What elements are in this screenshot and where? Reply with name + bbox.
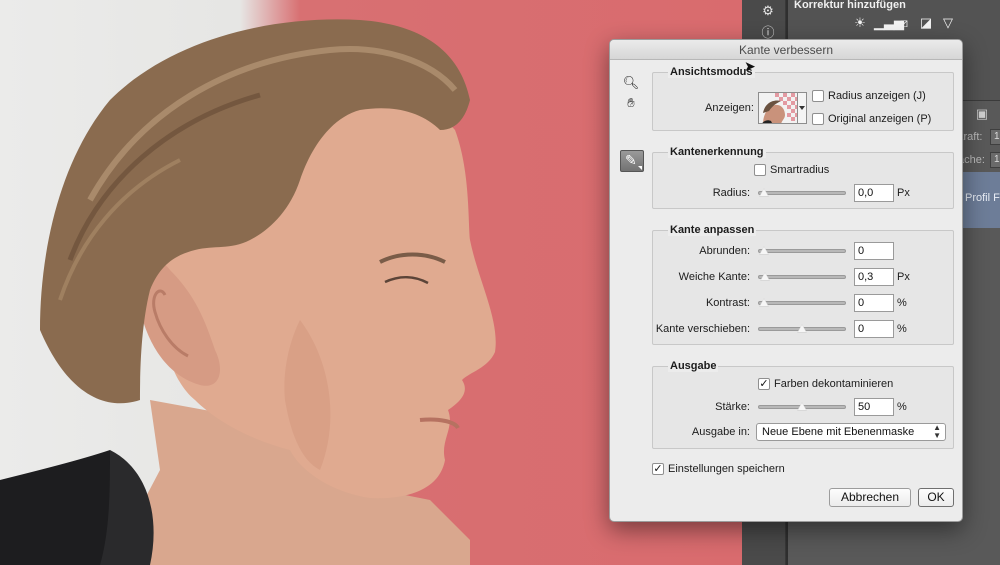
shift-edge-unit: %: [897, 323, 907, 335]
brush-icon: ✎: [625, 152, 637, 168]
checkmark-icon: ✓: [759, 378, 769, 390]
opacity-field[interactable]: 1: [990, 129, 1000, 145]
adjustments-icon-row: ☀ ▁▃▅ ⧄ ◪ ▽: [852, 15, 956, 31]
amount-label: Stärke:: [715, 401, 750, 413]
feather-label: Weiche Kante:: [678, 271, 750, 283]
amount-slider-thumb[interactable]: [797, 402, 807, 411]
remember-settings-checkbox[interactable]: ✓: [652, 463, 664, 475]
checkmark-icon: ✓: [653, 463, 663, 475]
view-mode-dropdown-arrow[interactable]: [798, 92, 807, 124]
hand-tool-icon[interactable]: ✋︎: [620, 93, 642, 113]
contrast-unit: %: [897, 297, 907, 309]
amount-unit: %: [897, 401, 907, 413]
contrast-slider[interactable]: [758, 298, 846, 307]
select-arrows-icon: ▲ ▼: [933, 423, 941, 440]
show-label: Anzeigen:: [705, 102, 754, 114]
amount-input[interactable]: 50: [854, 398, 894, 416]
smart-radius-checkbox[interactable]: [754, 164, 766, 176]
radius-slider[interactable]: [758, 188, 846, 197]
smooth-slider-thumb[interactable]: [759, 246, 769, 255]
show-original-checkbox[interactable]: [812, 113, 824, 125]
smooth-slider[interactable]: [758, 246, 846, 255]
feather-unit: Px: [897, 271, 910, 283]
mouse-cursor-icon: ➤: [744, 58, 756, 74]
layer-name: Profil Fre: [965, 192, 1000, 204]
adjust-edge-title: Kante anpassen: [668, 224, 757, 236]
shift-edge-label: Kante verschieben:: [655, 323, 750, 335]
view-preview-icon: [759, 93, 797, 123]
cancel-button[interactable]: Abbrechen: [829, 488, 911, 507]
edge-detection-group: [652, 152, 954, 209]
levels-icon[interactable]: ▁▃▅: [874, 15, 904, 31]
view-mode-title: Ansichtsmodus: [668, 66, 755, 78]
curves-icon[interactable]: ⧄: [896, 15, 912, 31]
fill-field[interactable]: 1: [990, 152, 1000, 168]
shift-edge-slider-thumb[interactable]: [797, 324, 807, 333]
smooth-label: Abrunden:: [699, 245, 750, 257]
adjustments-panel-title: Korrektur hinzufügen: [794, 0, 906, 11]
output-title: Ausgabe: [668, 360, 719, 372]
dialog-title: Kante verbessern: [610, 40, 962, 60]
brightness-icon[interactable]: ☀: [852, 15, 868, 31]
refine-edge-dialog: Kante verbessern 🔍︎ ✋︎ ✎ Ansichtsmodus A…: [609, 39, 963, 522]
exposure-icon[interactable]: ◪: [918, 15, 934, 31]
ok-button[interactable]: OK: [918, 488, 954, 507]
vibrance-icon[interactable]: ▽: [940, 15, 956, 31]
radius-label: Radius:: [712, 187, 750, 199]
feather-slider-thumb[interactable]: [760, 272, 770, 281]
amount-slider[interactable]: [758, 402, 846, 411]
edge-detection-title: Kantenerkennung: [668, 146, 766, 158]
properties-icon[interactable]: ⚙: [758, 2, 778, 20]
radius-unit: Px: [897, 187, 910, 199]
show-radius-checkbox[interactable]: [812, 90, 824, 102]
show-original-label: Original anzeigen (P): [828, 113, 932, 125]
shift-edge-slider[interactable]: [758, 324, 846, 333]
smooth-input[interactable]: 0: [854, 242, 894, 260]
output-to-value: Neue Ebene mit Ebenenmaske: [762, 426, 915, 438]
show-radius-label: Radius anzeigen (J): [828, 90, 926, 102]
output-to-label: Ausgabe in:: [691, 426, 750, 438]
output-to-select[interactable]: Neue Ebene mit Ebenenmaske ▲ ▼: [756, 423, 946, 441]
chevron-down-icon: [638, 166, 642, 170]
contrast-label: Kontrast:: [705, 297, 750, 309]
smart-radius-label: Smartradius: [770, 164, 830, 176]
shift-edge-input[interactable]: 0: [854, 320, 894, 338]
radius-input[interactable]: 0,0: [854, 184, 894, 202]
feather-slider[interactable]: [758, 272, 846, 281]
zoom-tool-icon[interactable]: 🔍︎: [620, 73, 642, 93]
contrast-slider-thumb[interactable]: [759, 298, 769, 307]
radius-slider-thumb[interactable]: [759, 188, 769, 197]
decontaminate-checkbox[interactable]: ✓: [758, 378, 770, 390]
decontaminate-label: Farben dekontaminieren: [774, 378, 894, 390]
contrast-input[interactable]: 0: [854, 294, 894, 312]
feather-input[interactable]: 0,3: [854, 268, 894, 286]
remember-settings-label: Einstellungen speichern: [668, 463, 785, 475]
lock-pixels-icon[interactable]: ▣: [972, 105, 992, 123]
refine-radius-brush-button[interactable]: ✎: [620, 150, 644, 172]
view-mode-thumbnail[interactable]: [758, 92, 798, 124]
